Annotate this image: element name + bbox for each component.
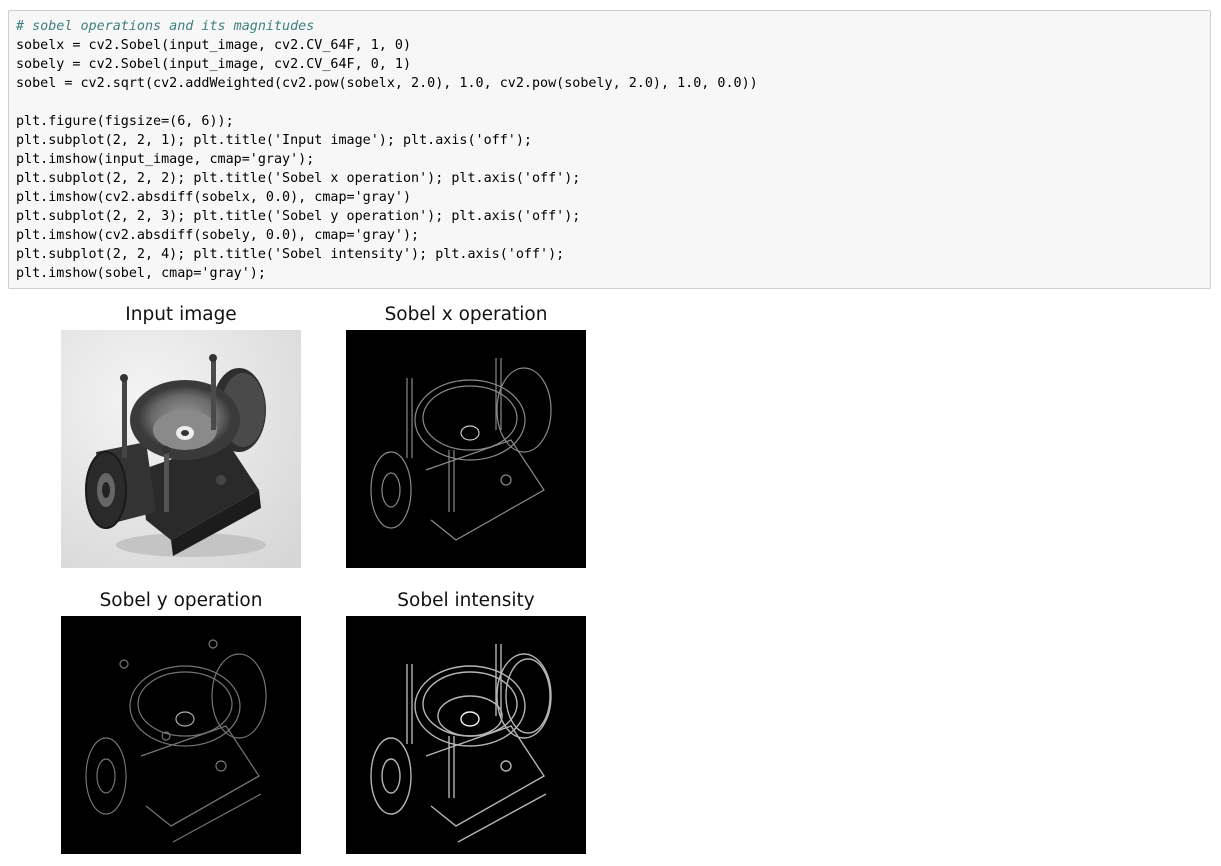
code-cell[interactable]: # sobel operations and its magnitudes sob…	[8, 10, 1211, 289]
cell-output: Input image Sobel x operation Sobel y op…	[0, 290, 1221, 866]
code-line: # sobel operations and its magnitudes	[16, 19, 315, 34]
code-line: sobelx = cv2.Sobel(input_image, cv2.CV_6…	[16, 38, 412, 53]
code-line: plt.subplot(2, 2, 1); plt.title('Input i…	[16, 133, 532, 148]
code-line: plt.imshow(cv2.absdiff(sobely, 0.0), cma…	[16, 228, 420, 243]
subplot-title: Sobel x operation	[384, 304, 548, 325]
code-editor[interactable]: # sobel operations and its magnitudes sob…	[16, 17, 758, 283]
code-line: plt.figure(figsize=(6, 6));	[16, 114, 234, 129]
code-line: sobely = cv2.Sobel(input_image, cv2.CV_6…	[16, 57, 412, 72]
code-line: plt.subplot(2, 2, 4); plt.title('Sobel i…	[16, 247, 565, 262]
subplot-title: Input image	[125, 304, 237, 325]
code-line: plt.imshow(sobel, cmap='gray');	[16, 266, 266, 281]
code-line: plt.imshow(cv2.absdiff(sobelx, 0.0), cma…	[16, 190, 412, 205]
code-line: plt.subplot(2, 2, 3); plt.title('Sobel y…	[16, 209, 581, 224]
code-line: plt.imshow(input_image, cmap='gray');	[16, 152, 315, 167]
code-line: sobel = cv2.sqrt(cv2.addWeighted(cv2.pow…	[16, 76, 758, 91]
sobel-x-image	[346, 330, 586, 568]
sobel-y-image	[61, 616, 301, 854]
input-image	[61, 330, 301, 568]
subplot-title: Sobel y operation	[99, 590, 263, 611]
subplot-title: Sobel intensity	[397, 590, 535, 611]
code-line: plt.subplot(2, 2, 2); plt.title('Sobel x…	[16, 171, 581, 186]
sobel-intensity-image	[346, 616, 586, 854]
